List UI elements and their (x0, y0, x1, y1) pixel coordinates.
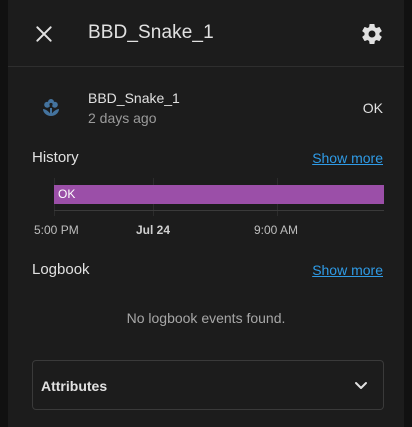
entity-summary-row: BBD_Snake_1 2 days ago OK (8, 78, 404, 138)
timeline-bar-label: OK (58, 187, 76, 201)
timeline-axis (54, 210, 384, 211)
history-timeline[interactable]: OK 5:00 PM Jul 24 9:00 AM (32, 178, 384, 238)
entity-name: BBD_Snake_1 (88, 90, 180, 106)
dialog-title: BBD_Snake_1 (88, 22, 214, 43)
history-show-more-link[interactable]: Show more (312, 150, 383, 166)
attributes-label: Attributes (41, 378, 108, 394)
attributes-expander[interactable]: Attributes (32, 360, 384, 410)
timeline-tick-label: Jul 24 (136, 223, 171, 237)
timeline-tick-label: 5:00 PM (34, 223, 79, 237)
settings-button[interactable] (356, 18, 388, 50)
history-title: History (32, 149, 79, 166)
chevron-down-icon (355, 382, 367, 389)
timeline-state-bar[interactable]: OK (54, 185, 384, 204)
dialog-header: BBD_Snake_1 (8, 0, 404, 67)
close-icon (36, 26, 52, 42)
close-button[interactable] (28, 18, 60, 50)
gear-icon (362, 24, 382, 44)
logbook-title: Logbook (32, 261, 90, 278)
logbook-empty-message: No logbook events found. (126, 310, 286, 326)
more-info-dialog: BBD_Snake_1 BBD_Snake_1 2 days ago OK Hi… (8, 0, 404, 427)
logbook-show-more-link[interactable]: Show more (312, 262, 383, 278)
entity-last-changed: 2 days ago (88, 110, 157, 126)
timeline-tick-label: 9:00 AM (254, 223, 299, 237)
entity-state: OK (362, 100, 383, 116)
flower-icon (43, 99, 59, 116)
